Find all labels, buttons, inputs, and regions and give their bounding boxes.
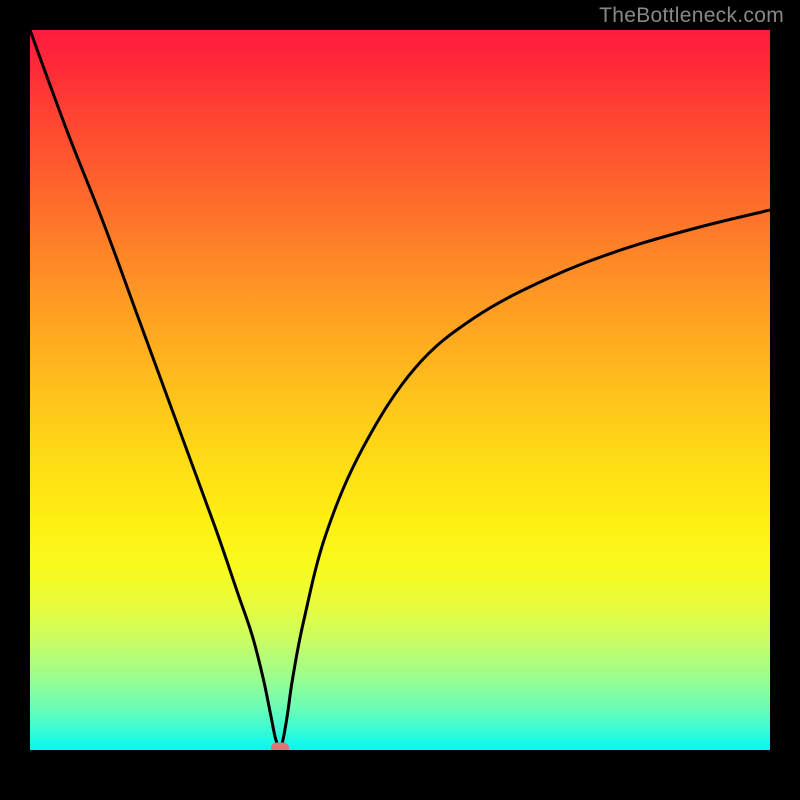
bottleneck-curve xyxy=(30,30,770,750)
chart-container xyxy=(30,30,770,750)
watermark-text: TheBottleneck.com xyxy=(599,4,784,28)
optimal-point-marker xyxy=(271,742,289,750)
